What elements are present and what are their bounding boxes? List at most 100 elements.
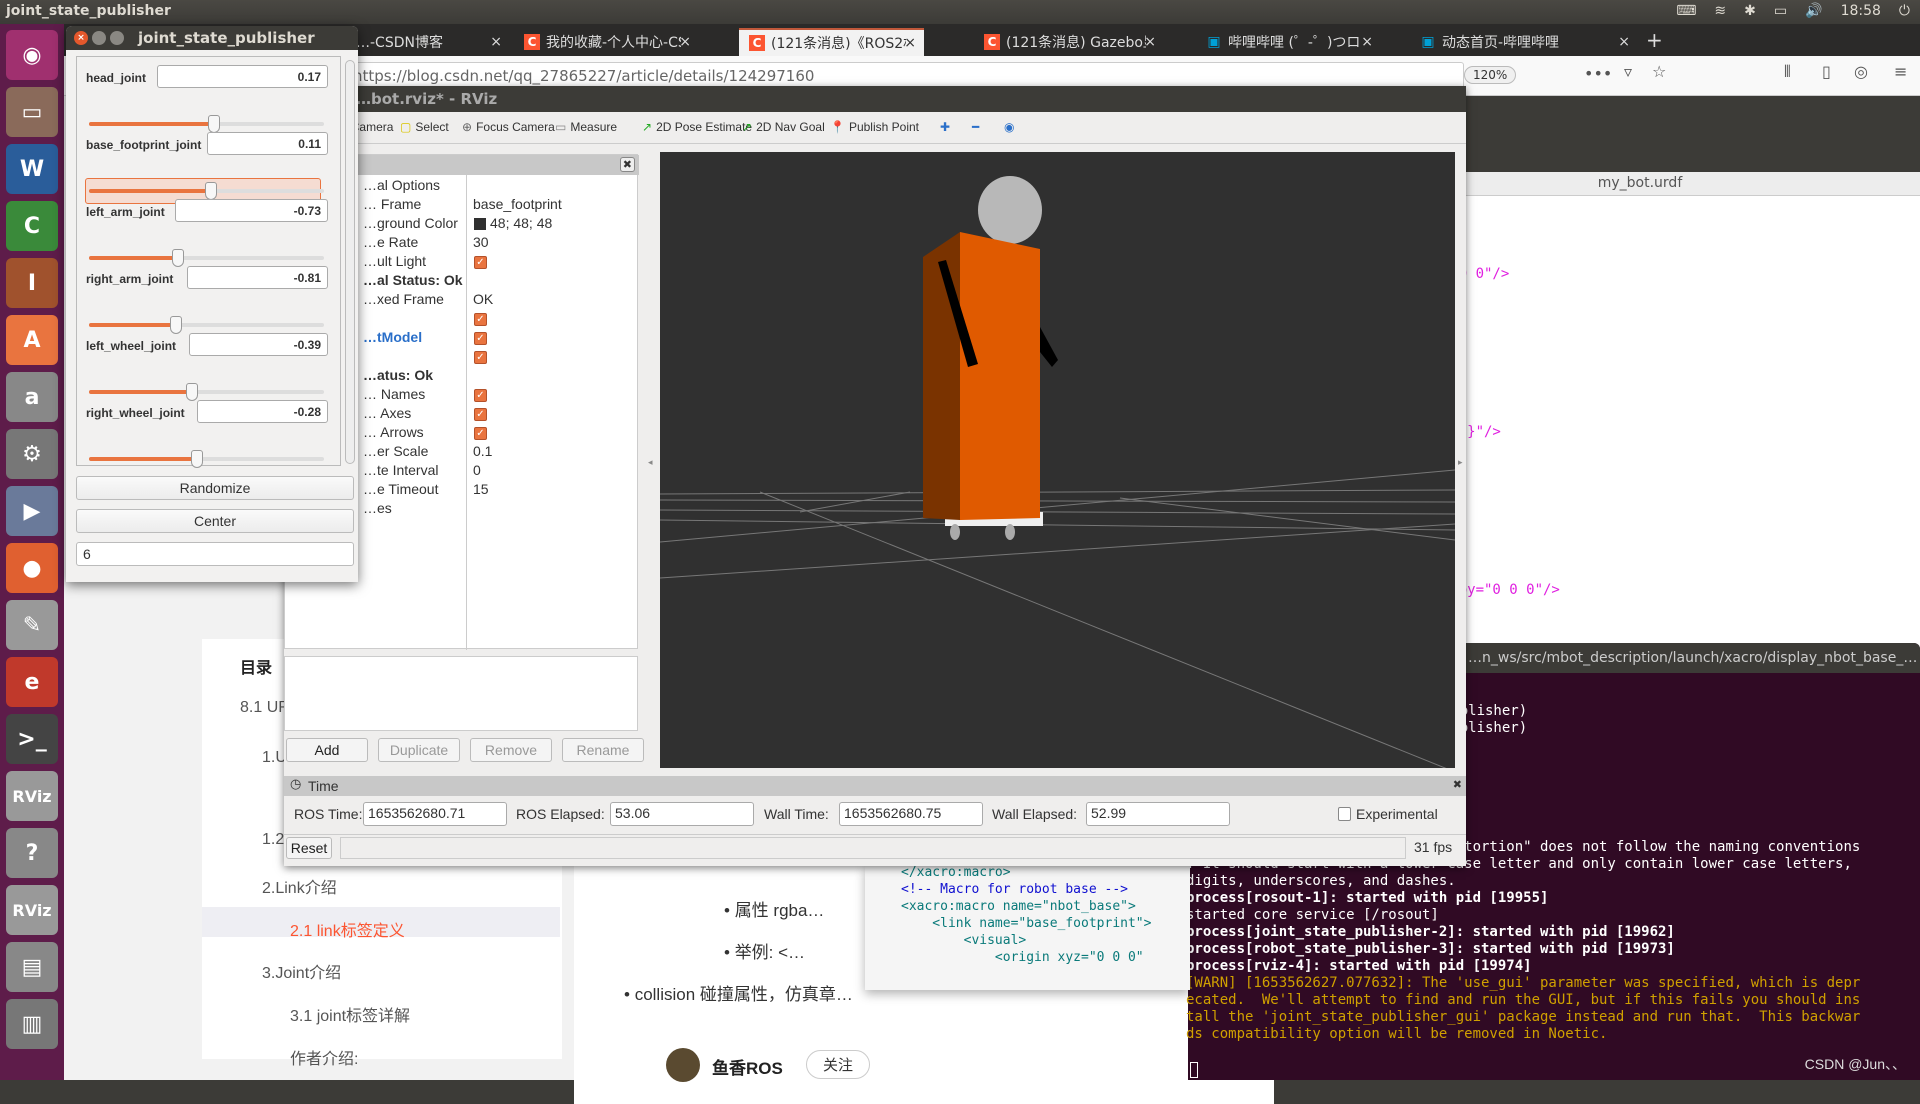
property-name[interactable]: … Names [363,386,425,402]
property-name[interactable]: …tModel [363,329,422,345]
launcher-trash[interactable]: ▥ [6,999,58,1049]
tab-close-icon[interactable]: × [1144,34,1156,50]
tab-close-icon[interactable]: × [1618,34,1630,50]
minimize-window-icon[interactable] [92,31,106,45]
tool-2d-pose-estimate[interactable]: ↗ 2D Pose Estimate [642,120,752,134]
add-tool-icon[interactable]: ✚ [940,120,950,134]
property-name[interactable]: … Arrows [363,424,424,440]
launcher-rviz-2[interactable]: RViz [6,885,58,935]
launcher-rviz[interactable]: RViz [6,771,58,821]
center-button[interactable]: Center [76,509,354,533]
power-icon[interactable]: ⏻ [1899,3,1910,19]
joint-value-field[interactable]: -0.39 [189,333,328,356]
property-value[interactable]: 48; 48; 48 [490,215,552,231]
tab-close-icon[interactable]: × [1361,34,1373,50]
rename-button[interactable]: Rename [562,738,644,762]
joint-slider[interactable] [89,115,324,133]
joint-value-field[interactable]: -0.73 [175,199,328,222]
slider-handle[interactable] [205,182,218,200]
new-tab-button[interactable]: + [1646,28,1663,52]
author-avatar[interactable] [666,1048,700,1082]
clock[interactable]: 18:58 [1841,3,1881,19]
property-name[interactable]: …e Rate [363,234,418,250]
property-name[interactable]: …ground Color [363,215,458,231]
slider-handle[interactable] [169,316,182,334]
slider-handle[interactable] [186,383,199,401]
tool-publish-point[interactable]: 📍 Publish Point [830,120,919,134]
tab-close-icon[interactable]: × [679,34,691,50]
toc-item[interactable]: 3.Joint介绍 [262,959,341,983]
launcher-impress[interactable]: I [6,258,58,308]
property-value[interactable]: 30 [473,234,489,250]
remove-button[interactable]: Remove [470,738,552,762]
property-value[interactable]: OK [473,291,493,307]
reset-button[interactable]: Reset [286,837,332,859]
launcher-unknown-app[interactable]: ? [6,828,58,878]
joint-list-scrollbar[interactable] [345,60,355,464]
remove-tool-icon[interactable]: ━ [972,120,979,134]
account-icon[interactable]: ◎ [1854,62,1868,81]
property-name[interactable]: …xed Frame [363,291,444,307]
author-name[interactable]: 鱼香ROS [712,1054,783,1079]
randomize-button[interactable]: Randomize [76,476,354,500]
launcher-terminal[interactable]: >_ [6,714,58,764]
sidebar-icon[interactable]: ▯ [1822,62,1831,81]
close-icon[interactable]: ✖ [619,157,635,172]
collapse-right-icon[interactable]: ▸ [1458,458,1463,468]
menu-icon[interactable]: ≡ [1894,62,1907,81]
property-value[interactable]: 0 [473,462,481,478]
launcher-software-center[interactable]: A [6,315,58,365]
property-name[interactable]: …te Interval [363,462,438,478]
browser-tab[interactable]: C (121条消息) Gazebo显示× [974,28,1164,56]
wifi-icon[interactable]: ≋ [1714,3,1726,19]
property-name[interactable]: …atus: Ok [363,367,433,383]
property-value[interactable]: base_footprint [473,196,562,212]
joint-count-spinbox[interactable]: 6 [76,542,354,566]
pocket-icon[interactable]: ▿ [1624,62,1632,81]
keyboard-icon[interactable]: ⌨ [1676,3,1696,19]
joint-value-field[interactable]: -0.81 [187,266,328,289]
joint-value-field[interactable]: 0.11 [207,132,328,155]
duplicate-button[interactable]: Duplicate [378,738,460,762]
page-actions-icon[interactable]: ••• [1584,64,1612,83]
toc-item[interactable]: 3.1 joint标签详解 [290,1002,410,1026]
property-checkbox[interactable]: ✓ [474,408,487,421]
joint-value-field[interactable]: -0.28 [197,400,328,423]
launcher-drive[interactable]: ▤ [6,942,58,992]
property-checkbox[interactable]: ✓ [474,389,487,402]
joint-slider[interactable] [89,450,324,468]
experimental-checkbox[interactable] [1338,807,1351,821]
property-name[interactable]: …e Timeout [363,481,438,497]
property-name[interactable]: …er Scale [363,443,428,459]
property-name[interactable]: …es [363,500,392,516]
wall-elapsed-field[interactable]: 52.99 [1086,802,1230,826]
launcher-document-viewer[interactable]: e [6,657,58,707]
browser-tab[interactable]: C 我的收藏-个人中心-CSDN× [514,28,699,56]
launcher-writer[interactable]: W [6,144,58,194]
property-checkbox[interactable]: ✓ [474,332,487,345]
slider-handle[interactable] [172,249,185,267]
bookmark-star-icon[interactable]: ☆ [1652,62,1666,81]
tool-measure[interactable]: ▭ Measure [555,120,617,134]
property-name[interactable]: …al Status: Ok [363,272,463,288]
browser-tab[interactable]: ▣ 动态首页-哔哩哔哩 × [1410,28,1638,56]
ros-elapsed-field[interactable]: 53.06 [610,802,754,826]
joint-slider[interactable] [89,316,324,334]
launcher-amazon[interactable]: a [6,372,58,422]
wall-time-field[interactable]: 1653562680.75 [839,802,983,826]
launcher-video[interactable]: ▶ [6,486,58,536]
property-value[interactable]: 15 [473,481,489,497]
maximize-window-icon[interactable] [110,31,124,45]
property-name[interactable]: …al Options [363,177,440,193]
zoom-level[interactable]: 120% [1464,66,1517,84]
view-icon[interactable]: ◉ [1004,120,1014,134]
volume-icon[interactable]: 🔊 [1805,3,1822,19]
tool-select[interactable]: ▢ Select [400,120,449,134]
library-icon[interactable]: ⫴ [1784,62,1791,82]
follow-button[interactable]: 关注 [806,1050,871,1079]
launcher-system-settings[interactable]: ⚙ [6,429,58,479]
property-name[interactable]: … Frame [363,196,421,212]
tool-2d-nav-goal[interactable]: ↗ 2D Nav Goal [742,120,825,134]
ros-time-field[interactable]: 1653562680.71 [363,802,507,826]
battery-icon[interactable]: ▭ [1774,3,1787,19]
